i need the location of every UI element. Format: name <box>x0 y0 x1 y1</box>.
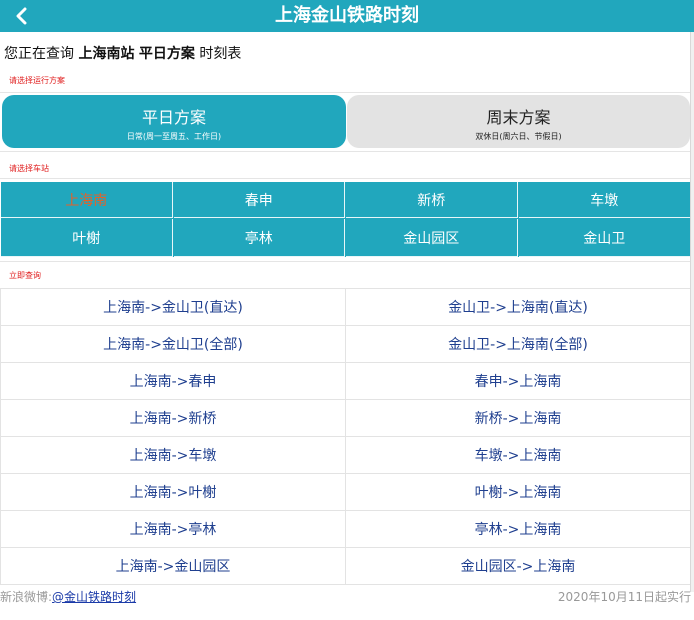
plan-weekend-button[interactable]: 周末方案 双休日(周六日、节假日) <box>347 95 690 148</box>
station-hint: 请选择车站 <box>9 164 49 173</box>
plan-weekend-title: 周末方案 <box>486 108 551 127</box>
route-row: 上海南->春申 春申->上海南 <box>0 363 691 400</box>
route-row: 上海南->金山卫(直达) 金山卫->上海南(直达) <box>0 289 691 326</box>
effective-date: 2020年10月11日起实行 <box>557 590 691 604</box>
route-link[interactable]: 叶榭->上海南 <box>346 474 691 510</box>
plan-weekend-subtitle: 双休日(周六日、节假日) <box>475 132 562 141</box>
route-link[interactable]: 金山卫->上海南(全部) <box>346 326 691 362</box>
route-link[interactable]: 上海南->新桥 <box>0 400 346 436</box>
divider <box>0 261 690 262</box>
route-link[interactable]: 春申->上海南 <box>346 363 691 399</box>
station-jinshanyuanqu[interactable]: 金山园区 <box>346 219 518 257</box>
station-tinglin[interactable]: 亭林 <box>173 219 345 257</box>
station-xinqiao[interactable]: 新桥 <box>346 182 518 218</box>
route-list: 上海南->金山卫(直达) 金山卫->上海南(直达) 上海南->金山卫(全部) 金… <box>0 288 691 585</box>
divider <box>0 92 690 93</box>
route-row: 上海南->金山园区 金山园区->上海南 <box>0 548 691 585</box>
route-link[interactable]: 新桥->上海南 <box>346 400 691 436</box>
station-jinshanwei[interactable]: 金山卫 <box>518 219 690 257</box>
route-link[interactable]: 上海南->金山卫(全部) <box>0 326 346 362</box>
station-shanghainan[interactable]: 上海南 <box>1 182 173 218</box>
route-link[interactable]: 亭林->上海南 <box>346 511 691 547</box>
query-prefix: 您正在查询 <box>4 46 74 62</box>
query-suffix: 时刻表 <box>199 46 242 62</box>
query-plan: 平日方案 <box>138 46 195 62</box>
route-row: 上海南->金山卫(全部) 金山卫->上海南(全部) <box>0 326 691 363</box>
station-chunshen[interactable]: 春申 <box>173 182 345 218</box>
divider <box>0 151 690 152</box>
station-yexie[interactable]: 叶榭 <box>1 219 173 257</box>
weibo-label: 新浪微博: <box>0 590 53 604</box>
route-link[interactable]: 金山园区->上海南 <box>346 548 691 584</box>
station-grid: 上海南 春申 新桥 车墩 叶榭 亭林 金山园区 金山卫 <box>1 182 690 257</box>
route-link[interactable]: 上海南->金山卫(直达) <box>0 289 346 325</box>
route-row: 上海南->亭林 亭林->上海南 <box>0 511 691 548</box>
weibo-credit: 新浪微博:@金山铁路时刻 <box>0 588 136 605</box>
query-station: 上海南站 <box>78 46 135 62</box>
query-hint: 立即查询 <box>9 271 41 280</box>
route-link[interactable]: 车墩->上海南 <box>346 437 691 473</box>
plan-hint: 请选择运行方案 <box>9 76 65 85</box>
route-link[interactable]: 上海南->亭林 <box>0 511 346 547</box>
route-row: 上海南->叶榭 叶榭->上海南 <box>0 474 691 511</box>
plan-weekday-subtitle: 日常(周一至周五、工作日) <box>126 132 222 141</box>
query-status: 您正在查询 上海南站 平日方案 时刻表 <box>4 43 241 63</box>
route-link[interactable]: 上海南->车墩 <box>0 437 346 473</box>
route-row: 上海南->新桥 新桥->上海南 <box>0 400 691 437</box>
app-header: 上海金山铁路时刻 <box>0 0 694 32</box>
route-link[interactable]: 上海南->春申 <box>0 363 346 399</box>
weibo-link[interactable]: @金山铁路时刻 <box>52 590 136 604</box>
station-chedun[interactable]: 车墩 <box>518 182 690 218</box>
route-link[interactable]: 上海南->金山园区 <box>0 548 346 584</box>
scrollbar[interactable] <box>690 32 694 592</box>
divider <box>0 178 690 179</box>
route-link[interactable]: 上海南->叶榭 <box>0 474 346 510</box>
route-row: 上海南->车墩 车墩->上海南 <box>0 437 691 474</box>
plan-selector: 平日方案 日常(周一至周五、工作日) 周末方案 双休日(周六日、节假日) <box>2 95 690 148</box>
route-link[interactable]: 金山卫->上海南(直达) <box>346 289 691 325</box>
page-title: 上海金山铁路时刻 <box>275 5 419 26</box>
plan-weekday-title: 平日方案 <box>141 108 206 127</box>
plan-weekday-button[interactable]: 平日方案 日常(周一至周五、工作日) <box>2 95 346 148</box>
